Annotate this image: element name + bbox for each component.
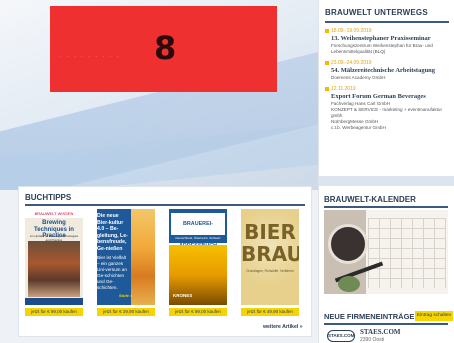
title-underline	[324, 206, 448, 208]
event-item[interactable]: 12.11.2019 Export Forum German Beverages…	[319, 81, 454, 131]
company-city: 2390 Oosti	[360, 337, 385, 343]
book-cover[interactable]: BRAUWELT WISSEN Brewing Techniques in Pr…	[25, 209, 83, 305]
book-tips-section: BUCHTIPPS BRAUWELT WISSEN Brewing Techni…	[18, 186, 312, 337]
event-name[interactable]: Export Forum German Beverages	[331, 93, 449, 100]
event-name[interactable]: 54. Mälzereitechnische Arbeitstagung	[331, 67, 449, 74]
book-subtitle: Deutschland, Österreich, Schweiz	[175, 236, 221, 240]
sidebar-divider	[318, 176, 454, 186]
book-item[interactable]: BIER BRAUEN Grundlagen, Rohstoffe, Verfa…	[241, 209, 299, 316]
event-name[interactable]: 13. Weihenstephaner Praxisseminar	[331, 35, 449, 42]
book-title: Die neue Bier-kultur 4.0 – Be-gleitung, …	[97, 213, 128, 252]
banner-number: 8	[154, 29, 177, 67]
brand-logo: KRONES	[173, 293, 193, 298]
company-logo[interactable]: STAES.COM	[327, 330, 355, 342]
event-item[interactable]: 18.09.-19.09.2019 13. Weihenstephaner Pr…	[319, 23, 454, 55]
book-item[interactable]: BRAUEREI-ADRESSBUCH Deutschland, Österre…	[169, 209, 227, 316]
calendar-grid	[368, 218, 446, 288]
event-date: 12.11.2019	[325, 86, 449, 92]
events-title: BRAUWELT UNTERWEGS	[325, 8, 428, 17]
title-underline	[324, 323, 448, 325]
cover-footer	[25, 298, 83, 305]
book-cover-photo	[28, 241, 80, 297]
title-underline	[25, 204, 305, 206]
book-item[interactable]: BRAUWELT WISSEN Brewing Techniques in Pr…	[25, 209, 83, 316]
book-blurb: Bier ist Vielfalt – ein ganzes Uni-versu…	[97, 255, 127, 290]
book-cover[interactable]: BIER BRAUEN Grundlagen, Rohstoffe, Verfa…	[241, 209, 299, 305]
event-date: 23.09.-24.09.2019	[325, 60, 449, 66]
book-series: BRAUWELT WISSEN	[25, 209, 83, 218]
book-cover[interactable]: BRAUEREI-ADRESSBUCH Deutschland, Österre…	[169, 209, 227, 305]
more-articles-link[interactable]: weitere Artikel »	[263, 324, 303, 330]
book-cover[interactable]: Die neue Bier-kultur 4.0 – Be-gleitung, …	[97, 209, 155, 305]
buy-button[interactable]: jetzt für € 99,00 kaufen	[25, 308, 83, 316]
book-title: BRAUEREI-ADRESSBUCH	[171, 213, 225, 249]
book-subtitle: Grundlagen, Rohstoffe, Verfahren	[246, 269, 294, 273]
add-entry-button[interactable]: Eintrag schalten	[415, 311, 453, 321]
banner-dots: · · · · · · · · ·	[60, 54, 121, 60]
section-title: BUCHTIPPS	[25, 193, 72, 202]
book-title: BIER BRAUEN	[241, 220, 299, 266]
coffee-cup-image	[328, 224, 368, 264]
calendar-title: BRAUWELT-KALENDER	[324, 195, 416, 204]
company-name[interactable]: STAES.COM	[360, 328, 401, 336]
book-edition: Stufe 4	[119, 293, 133, 298]
event-item[interactable]: 23.09.-24.09.2019 54. Mälzereitechnische…	[319, 55, 454, 81]
event-location: Fachverlag Hans Carl GmbH KONZEPT & SERV…	[331, 101, 443, 130]
plant-image	[338, 276, 360, 292]
ad-banner[interactable]: · · · · · · · · · 8	[50, 6, 277, 92]
buy-button[interactable]: jetzt für € 49,90 kaufen	[241, 308, 299, 316]
book-cover-photo	[131, 209, 155, 305]
event-location: Forschungszentrum Weihenstephan für Brau…	[331, 43, 433, 54]
event-date: 18.09.-19.09.2019	[325, 28, 449, 34]
book-item[interactable]: Die neue Bier-kultur 4.0 – Be-gleitung, …	[97, 209, 155, 316]
buy-button[interactable]: jetzt für € 29,90 kaufen	[97, 308, 155, 316]
calendar-image[interactable]	[324, 210, 448, 294]
company-entries-title: NEUE FIRMENEINTRÄGE	[324, 312, 415, 321]
buy-button[interactable]: jetzt für € 99,00 kaufen	[169, 308, 227, 316]
